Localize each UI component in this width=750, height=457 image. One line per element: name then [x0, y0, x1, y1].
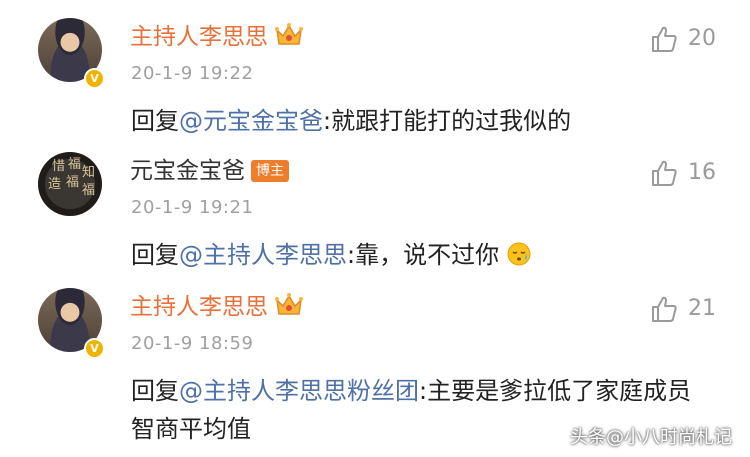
mention-link[interactable]: @主持人李思思 — [179, 241, 347, 269]
like-count: 21 — [688, 296, 716, 321]
comment-time: 20-1-9 19:22 — [131, 63, 254, 84]
like-button[interactable]: 21 — [650, 294, 716, 324]
blogger-badge: 博主 — [251, 160, 289, 182]
reply-body: :靠，说不过你 — [347, 241, 500, 269]
like-button[interactable]: 16 — [650, 158, 716, 188]
like-button[interactable]: 20 — [650, 24, 716, 54]
mention-link[interactable]: @主持人李思思粉丝团 — [179, 377, 419, 405]
thumbs-up-icon — [652, 160, 677, 186]
crown-icon — [275, 23, 303, 45]
comment-item: 惜 福 知 造 福 福 元宝金宝爸 博主 20-1-9 19:21 16 回复@… — [0, 152, 750, 272]
reply-prefix: 回复 — [131, 377, 179, 405]
like-count: 16 — [688, 160, 716, 185]
sleepy-emoji-icon — [507, 242, 531, 266]
reply-body: :就跟打能打的过我似的 — [323, 107, 572, 135]
comment-text: 回复@元宝金宝爸:就跟打能打的过我似的 — [131, 102, 711, 140]
thumbs-up-icon — [652, 26, 677, 52]
comment-time: 20-1-9 18:59 — [131, 333, 254, 354]
reply-prefix: 回复 — [131, 241, 179, 269]
username[interactable]: 主持人李思思 — [130, 22, 268, 52]
like-count: 20 — [688, 26, 716, 51]
avatar[interactable]: 惜 福 知 造 福 福 — [38, 152, 102, 216]
username[interactable]: 主持人李思思 — [130, 292, 268, 322]
comment-text: 回复@主持人李思思:靠，说不过你 — [131, 236, 711, 274]
mention-link[interactable]: @元宝金宝爸 — [179, 107, 323, 135]
verified-badge-icon: V — [84, 68, 105, 89]
thumbs-up-icon — [652, 296, 677, 322]
username[interactable]: 元宝金宝爸 — [130, 156, 245, 186]
comment-time: 20-1-9 19:21 — [131, 197, 254, 218]
reply-prefix: 回复 — [131, 107, 179, 135]
watermark: 头条@小八时尚札记 — [570, 427, 732, 448]
verified-badge-icon: V — [84, 338, 105, 359]
comment-item: V 主持人李思思 20-1-9 19:22 20 回复@元宝金宝爸:就跟打能打的… — [0, 18, 750, 138]
crown-icon — [275, 293, 303, 315]
